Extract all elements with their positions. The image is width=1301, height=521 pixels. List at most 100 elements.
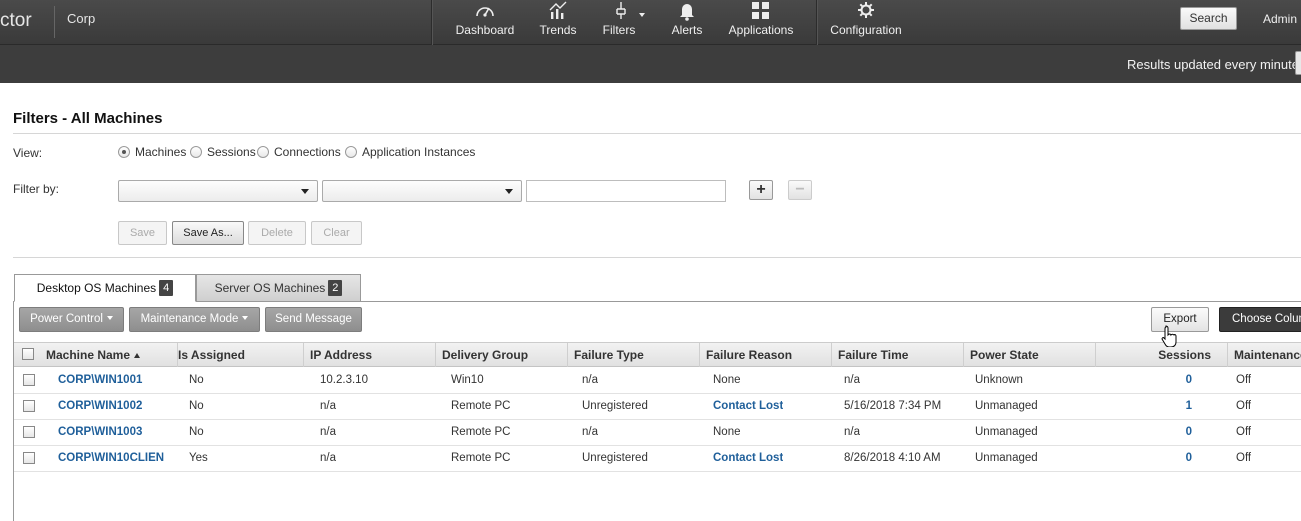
- table-row[interactable]: CORP\WIN1002 No n/a Remote PC Unregister…: [14, 394, 1301, 420]
- sessions-link[interactable]: 0: [1164, 368, 1192, 393]
- tab-server-os-machines[interactable]: Server OS Machines 2: [196, 274, 361, 302]
- save-as-button[interactable]: Save As...: [172, 221, 244, 245]
- refresh-toggle-button[interactable]: [1295, 51, 1301, 75]
- select-all-checkbox[interactable]: [22, 348, 34, 360]
- search-button[interactable]: Search: [1180, 7, 1237, 30]
- delete-button[interactable]: Delete: [248, 221, 306, 245]
- radio-selected-icon: [118, 146, 130, 158]
- radio-label: Machines: [135, 145, 187, 159]
- radio-icon: [257, 146, 269, 158]
- nav-alerts[interactable]: Alerts: [667, 0, 707, 45]
- nav-filters[interactable]: Filters: [600, 0, 650, 45]
- ip-address-cell: n/a: [320, 426, 336, 438]
- nav-configuration[interactable]: Configuration: [830, 0, 902, 45]
- filter-by-label: Filter by:: [13, 182, 60, 196]
- power-state-cell: Unmanaged: [975, 452, 1038, 464]
- export-button[interactable]: Export: [1151, 307, 1209, 332]
- tab-desktop-os-machines[interactable]: Desktop OS Machines 4: [14, 274, 196, 302]
- machine-name-link[interactable]: CORP\WIN1003: [58, 420, 176, 445]
- filter-field-select[interactable]: [118, 180, 318, 202]
- choose-columns-button[interactable]: Choose Columns: [1219, 307, 1301, 332]
- table-row[interactable]: CORP\WIN10CLIENT Yes n/a Remote PC Unreg…: [14, 446, 1301, 472]
- power-state-cell: Unmanaged: [975, 426, 1038, 438]
- machine-name-link[interactable]: CORP\WIN10CLIENT: [58, 446, 164, 471]
- column-header-failure-reason[interactable]: Failure Reason: [700, 343, 832, 367]
- column-header-failure-time[interactable]: Failure Time: [832, 343, 964, 367]
- radio-label: Connections: [274, 145, 341, 159]
- nav-trends-label: Trends: [539, 23, 577, 37]
- remove-filter-button[interactable]: −: [788, 180, 812, 200]
- is-assigned-cell: No: [189, 400, 204, 412]
- power-state-cell: Unmanaged: [975, 400, 1038, 412]
- view-radio-application-instances[interactable]: Application Instances: [345, 145, 475, 159]
- row-checkbox[interactable]: [23, 374, 35, 386]
- apps-grid-icon: [728, 1, 794, 23]
- column-header-is-assigned[interactable]: Is Assigned: [172, 343, 304, 367]
- failure-reason-cell: None: [713, 374, 741, 386]
- row-checkbox[interactable]: [23, 426, 35, 438]
- view-radio-sessions[interactable]: Sessions: [190, 145, 256, 159]
- clear-button[interactable]: Clear: [311, 221, 362, 245]
- table-row[interactable]: CORP\WIN1001 No 10.2.3.10 Win10 n/a None…: [14, 368, 1301, 394]
- delivery-group-cell: Remote PC: [451, 426, 511, 438]
- maintenance-cell: Off: [1236, 426, 1252, 438]
- machine-name-link[interactable]: CORP\WIN1001: [58, 368, 176, 393]
- failure-time-cell: 5/16/2018 7:34 PM: [844, 400, 942, 412]
- failure-type-cell: n/a: [582, 374, 598, 386]
- page-title: Filters - All Machines: [13, 110, 163, 127]
- power-control-button[interactable]: Power Control: [19, 307, 124, 332]
- nav-dashboard-label: Dashboard: [455, 23, 515, 37]
- nav-applications[interactable]: Applications: [728, 0, 794, 45]
- failure-type-cell: Unregistered: [582, 452, 648, 464]
- maintenance-cell: Off: [1236, 452, 1252, 464]
- sessions-link[interactable]: 1: [1164, 394, 1192, 419]
- is-assigned-cell: Yes: [189, 452, 208, 464]
- radio-icon: [190, 146, 202, 158]
- row-checkbox[interactable]: [23, 400, 35, 412]
- view-label: View:: [13, 146, 43, 160]
- count-badge: 4: [159, 280, 174, 296]
- sort-ascending-icon: [134, 353, 141, 358]
- row-checkbox[interactable]: [23, 452, 35, 464]
- delivery-group-cell: Remote PC: [451, 452, 511, 464]
- radio-label: Sessions: [207, 145, 256, 159]
- column-header-delivery-group[interactable]: Delivery Group: [436, 343, 568, 367]
- machine-name-link[interactable]: CORP\WIN1002: [58, 394, 176, 419]
- admin-menu[interactable]: Admin: [1263, 12, 1297, 26]
- filter-icon: [600, 1, 650, 23]
- title-divider: [13, 133, 1301, 134]
- hand-cursor-icon: [1161, 325, 1177, 347]
- nav-dashboard[interactable]: Dashboard: [455, 0, 515, 45]
- send-message-button[interactable]: Send Message: [265, 307, 362, 332]
- maintenance-cell: Off: [1236, 400, 1252, 412]
- failure-reason-link[interactable]: Contact Lost: [713, 446, 783, 471]
- maintenance-mode-button[interactable]: Maintenance Mode: [129, 307, 260, 332]
- power-control-label: Power Control: [30, 313, 103, 325]
- view-radio-connections[interactable]: Connections: [257, 145, 341, 159]
- table-row[interactable]: CORP\WIN1003 No n/a Remote PC n/a None n…: [14, 420, 1301, 446]
- filter-operator-select[interactable]: [322, 180, 522, 202]
- filter-value-input[interactable]: [526, 180, 726, 202]
- add-filter-button[interactable]: +: [749, 180, 773, 200]
- chevron-down-icon: [301, 189, 309, 194]
- column-header-ip-address[interactable]: IP Address: [304, 343, 436, 367]
- nav-applications-label: Applications: [728, 23, 794, 37]
- column-header-power-state[interactable]: Power State: [964, 343, 1096, 367]
- save-button[interactable]: Save: [118, 221, 167, 245]
- column-header-machine-name[interactable]: Machine Name: [40, 343, 178, 367]
- column-header-maintenance[interactable]: Maintenance: [1228, 343, 1301, 367]
- failure-reason-link[interactable]: Contact Lost: [713, 394, 783, 419]
- column-header-failure-type[interactable]: Failure Type: [568, 343, 700, 367]
- is-assigned-cell: No: [189, 374, 204, 386]
- failure-type-cell: n/a: [582, 426, 598, 438]
- ip-address-cell: n/a: [320, 400, 336, 412]
- view-radio-machines[interactable]: Machines: [118, 145, 186, 159]
- sessions-link[interactable]: 0: [1164, 420, 1192, 445]
- ip-address-cell: n/a: [320, 452, 336, 464]
- sessions-link[interactable]: 0: [1164, 446, 1192, 471]
- nav-trends[interactable]: Trends: [538, 0, 578, 45]
- section-divider: [13, 257, 1301, 258]
- radio-icon: [345, 146, 357, 158]
- top-nav-bar: ctor Corp Dashboard Trends Filters Alert…: [0, 0, 1301, 45]
- nav-divider: [431, 0, 432, 45]
